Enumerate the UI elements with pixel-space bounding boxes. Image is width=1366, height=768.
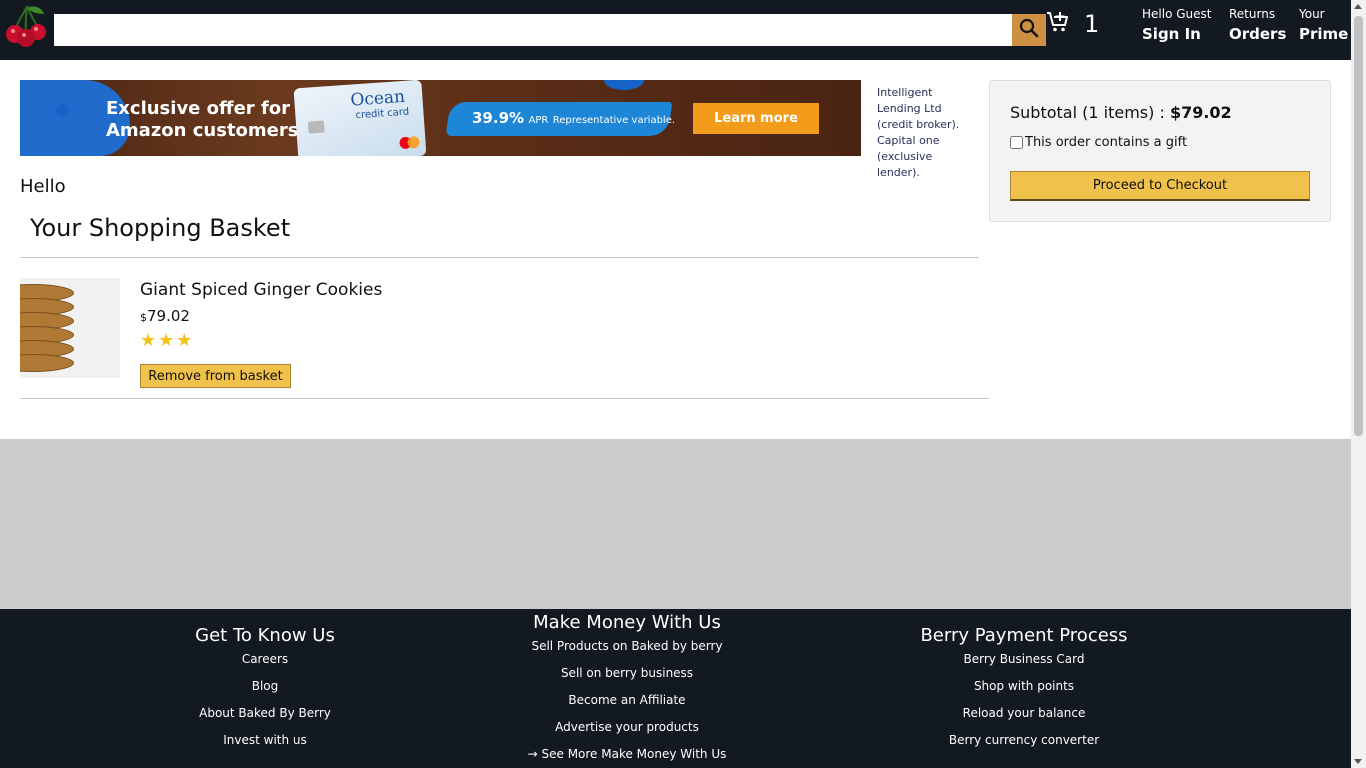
card-chip-icon — [307, 120, 325, 134]
star-icon: ★ — [140, 330, 157, 351]
nav-orders[interactable]: Returns Orders — [1229, 6, 1286, 46]
search-button[interactable] — [1012, 14, 1046, 46]
credit-card-image: Ocean credit card — [293, 80, 427, 156]
cart-count: 1 — [1084, 10, 1100, 38]
footer-column-title: Make Money With Us — [533, 612, 721, 633]
ad-decoration-dot — [56, 104, 68, 116]
footer-link-about[interactable]: About Baked By Berry — [165, 700, 365, 727]
scroll-down-arrow-icon[interactable] — [1354, 759, 1362, 764]
card-subtitle: credit card — [355, 106, 410, 122]
ad-apr-text: 39.9% APR Representative variable. — [472, 109, 675, 127]
vertical-scrollbar[interactable] — [1351, 0, 1366, 768]
ad-disclaimer: Intelligent Lending Ltd (credit broker).… — [877, 86, 960, 179]
footer-link-converter[interactable]: Berry currency converter — [904, 727, 1144, 754]
subtotal-text: Subtotal (1 items) : $79.02 — [1010, 103, 1232, 122]
star-icon: ★ — [158, 330, 175, 351]
ad-learn-more-button[interactable]: Learn more — [693, 103, 819, 134]
footer-link-invest[interactable]: Invest with us — [165, 727, 365, 754]
ad-decoration-blob — [604, 80, 644, 90]
cookie-shape — [20, 354, 74, 372]
product-rating: ★ ★ ★ — [140, 330, 192, 352]
nav-prime[interactable]: Your Prime — [1299, 6, 1348, 46]
footer-column-title: Get To Know Us — [195, 625, 335, 646]
footer-link-sell-products[interactable]: Sell Products on Baked by berry — [512, 633, 742, 660]
nav-returns-label: Returns — [1229, 7, 1276, 21]
star-icon: ★ — [176, 330, 193, 351]
footer-link-sell-business[interactable]: Sell on berry business — [512, 660, 742, 687]
nav-your-label: Your — [1299, 7, 1325, 21]
footer: Get To Know Us Careers Blog About Baked … — [0, 609, 1351, 768]
product-image[interactable] — [20, 278, 120, 378]
top-navbar: 1 Hello Guest Sign In Returns Orders You… — [0, 0, 1351, 60]
ad-banner[interactable]: Exclusive offer for Amazon customers Oce… — [20, 80, 861, 156]
gift-checkbox[interactable] — [1010, 136, 1023, 149]
footer-column-payment: Berry Payment Process Berry Business Car… — [904, 625, 1144, 754]
footer-link-advertise[interactable]: Advertise your products — [512, 714, 742, 741]
mastercard-icon-overlap — [407, 135, 420, 149]
nav-orders-label: Orders — [1229, 25, 1287, 43]
divider — [20, 398, 989, 399]
footer-link-blog[interactable]: Blog — [165, 673, 365, 700]
ad-headline: Exclusive offer for Amazon customers — [106, 98, 298, 142]
apr-value: 39.9% — [472, 109, 525, 127]
product-price: $79.02 — [140, 307, 190, 325]
ad-headline-line1: Exclusive offer for — [106, 98, 291, 119]
footer-link-careers[interactable]: Careers — [165, 646, 365, 673]
footer-link-see-more[interactable]: → See More Make Money With Us — [512, 741, 742, 768]
footer-column-make-money: Make Money With Us Sell Products on Bake… — [512, 612, 742, 768]
footer-link-points[interactable]: Shop with points — [904, 673, 1144, 700]
greeting: Hello — [20, 176, 66, 197]
nav-prime-label: Prime — [1299, 25, 1349, 43]
gray-section — [0, 439, 1351, 609]
apr-label: APR — [528, 115, 549, 126]
price-value: 79.02 — [147, 307, 190, 325]
footer-link-reload[interactable]: Reload your balance — [904, 700, 1144, 727]
search-icon — [1019, 18, 1039, 42]
footer-column-title: Berry Payment Process — [920, 625, 1128, 646]
remove-from-basket-button[interactable]: Remove from basket — [140, 364, 291, 388]
nav-sign-in-label: Sign In — [1142, 25, 1201, 43]
footer-link-business-card[interactable]: Berry Business Card — [904, 646, 1144, 673]
ad-headline-line2: Amazon customers — [106, 120, 299, 141]
page-title: Your Shopping Basket — [30, 214, 291, 242]
scrollbar-thumb[interactable] — [1354, 16, 1363, 436]
gift-label: This order contains a gift — [1025, 135, 1188, 150]
cherry-logo-icon[interactable] — [4, 2, 50, 48]
divider — [20, 257, 979, 258]
cart-button[interactable]: 1 — [1046, 10, 1099, 38]
apr-note: Representative variable. — [552, 115, 676, 126]
currency-symbol: $ — [140, 311, 147, 324]
footer-column-get-to-know-us: Get To Know Us Careers Blog About Baked … — [165, 625, 365, 754]
nav-greeting: Hello Guest — [1142, 7, 1212, 21]
footer-link-affiliate[interactable]: Become an Affiliate — [512, 687, 742, 714]
subtotal-label: Subtotal (1 items) : — [1010, 103, 1165, 122]
product-title[interactable]: Giant Spiced Ginger Cookies — [140, 280, 382, 300]
search-input[interactable] — [54, 14, 1012, 46]
subtotal-amount: $79.02 — [1169, 103, 1232, 122]
gift-option[interactable]: This order contains a gift — [1010, 135, 1187, 150]
scroll-up-arrow-icon[interactable] — [1354, 4, 1362, 9]
subtotal-panel: Subtotal (1 items) : $79.02 This order c… — [989, 80, 1331, 222]
search-bar — [54, 14, 1046, 46]
nav-sign-in[interactable]: Hello Guest Sign In — [1142, 6, 1211, 46]
cart-icon — [1046, 10, 1070, 38]
proceed-to-checkout-button[interactable]: Proceed to Checkout — [1010, 171, 1310, 201]
